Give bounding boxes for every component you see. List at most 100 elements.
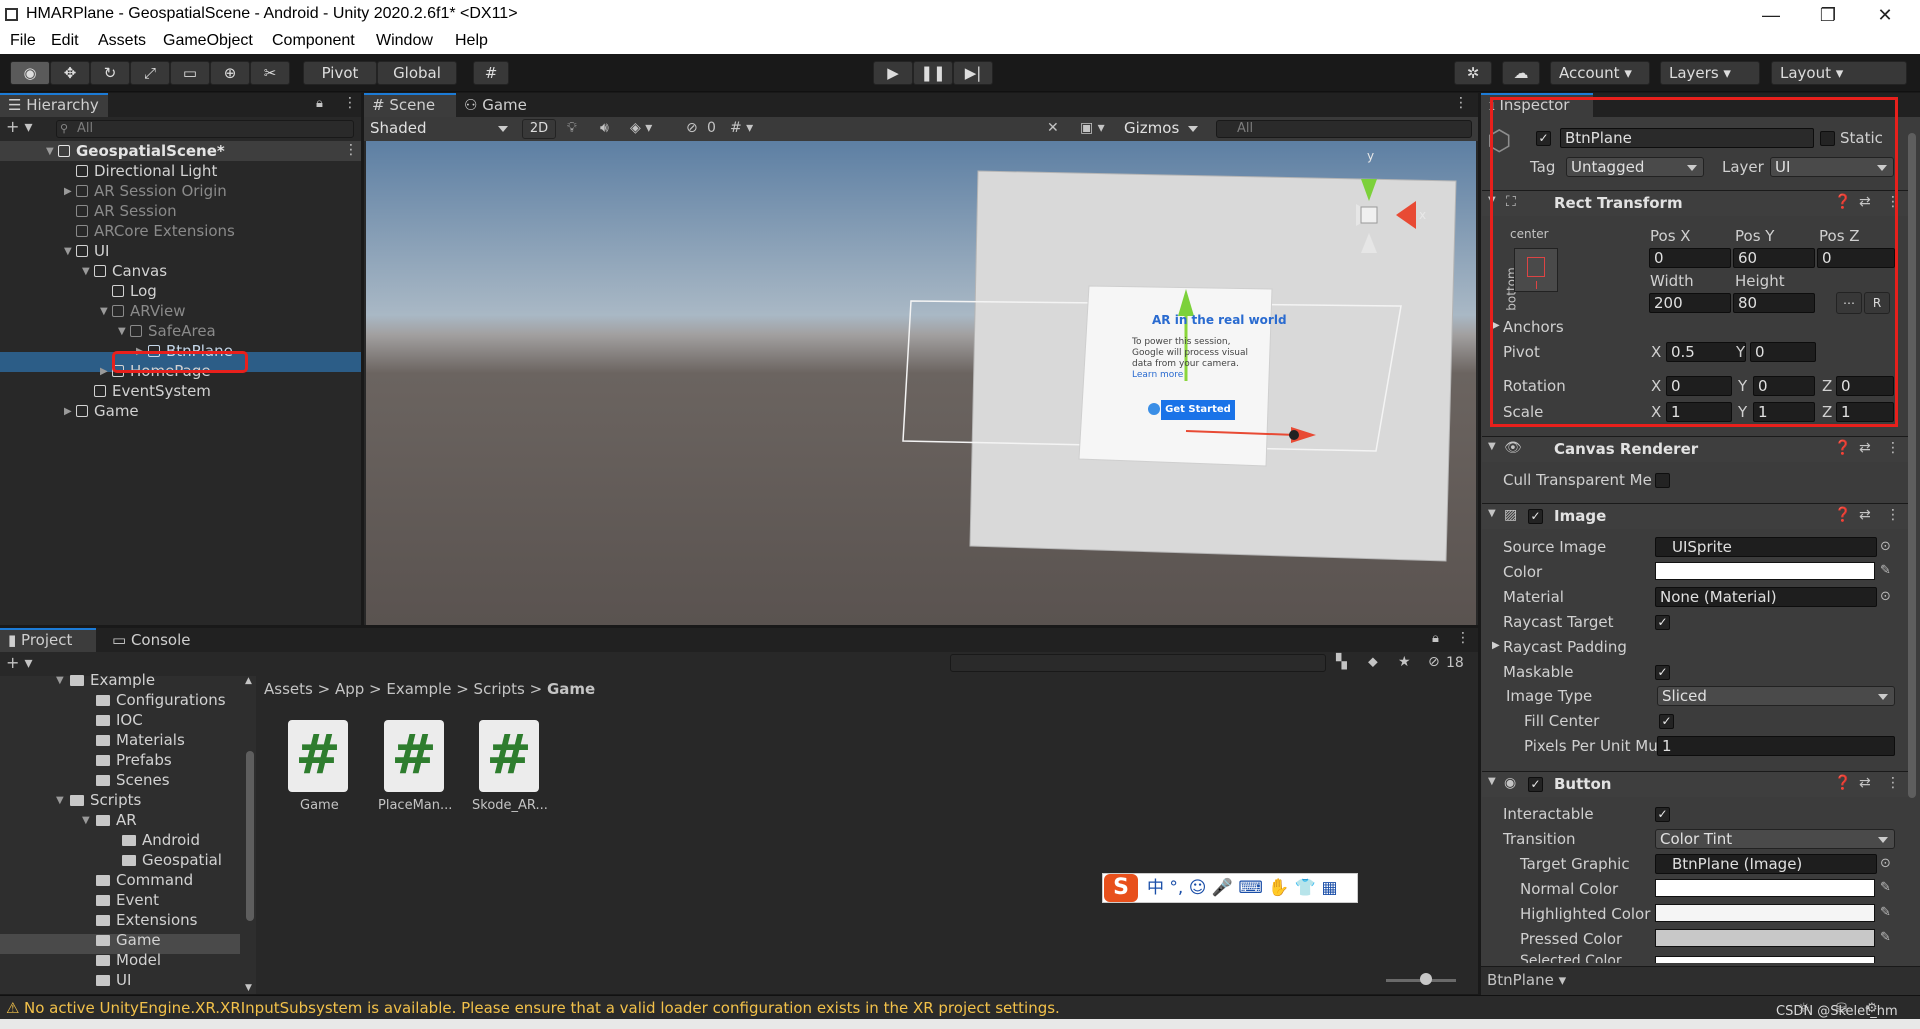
button-header[interactable]: ▼ ◉ ✓ Button ❓ ⇄ ⋮	[1482, 771, 1908, 797]
folder-item[interactable]: Model	[96, 950, 161, 970]
footer-object-name[interactable]: BtnPlane ▾	[1487, 971, 1566, 989]
hierarchy-item[interactable]: AR Session Origin	[76, 181, 227, 201]
folder-item[interactable]: Android	[122, 830, 200, 850]
menu-edit[interactable]: Edit	[51, 32, 79, 50]
play-button[interactable]: ▶	[873, 61, 913, 85]
component-menu-icon[interactable]: ⋮	[1886, 507, 1900, 523]
foldout-arrow-icon[interactable]: ▼	[1488, 441, 1496, 452]
raycast-target-checkbox[interactable]: ✓	[1655, 615, 1670, 630]
folder-item[interactable]: Command	[96, 870, 193, 890]
pressed-color-swatch[interactable]	[1655, 929, 1875, 947]
breadcrumb-example[interactable]: Example	[386, 680, 451, 698]
project-search-input[interactable]	[950, 654, 1326, 672]
hierarchy-search-input[interactable]: All	[56, 120, 354, 138]
grid-snap-icon[interactable]: #	[473, 61, 509, 85]
project-lock-icon[interactable]: 🔒︎	[1432, 631, 1439, 646]
menu-help[interactable]: Help	[455, 32, 488, 50]
breadcrumb-scripts[interactable]: Scripts	[474, 680, 525, 698]
menu-assets[interactable]: Assets	[98, 32, 146, 50]
folder-item[interactable]: Configurations	[96, 690, 226, 710]
foldout-arrow-icon[interactable]: ▼	[118, 326, 126, 337]
tree-scroll-up-icon[interactable]: ▲	[245, 676, 252, 686]
scale-tool-icon[interactable]: ⤢	[130, 61, 170, 85]
hierarchy-item[interactable]: AR Session	[76, 201, 177, 221]
game-tab[interactable]: ⚇ Game	[456, 93, 536, 117]
folder-item[interactable]: Game	[96, 930, 161, 950]
sogou-logo-icon[interactable]: S	[1104, 874, 1138, 902]
eyedropper-icon[interactable]: ✎	[1880, 880, 1891, 895]
search-by-type-icon[interactable]: ▚	[1336, 654, 1347, 670]
file-label-placeman[interactable]: PlaceMan...	[378, 798, 452, 813]
hierarchy-item[interactable]: Log	[112, 281, 157, 301]
breadcrumb-assets[interactable]: Assets	[264, 680, 313, 698]
tree-scrollbar[interactable]	[246, 751, 254, 921]
normal-color-swatch[interactable]	[1655, 879, 1875, 897]
csharp-script-icon[interactable]: #	[288, 720, 348, 792]
hidden-packages-icon[interactable]: ⊘	[1428, 654, 1440, 670]
foldout-arrow-icon[interactable]: ▼	[100, 306, 108, 317]
eyedropper-icon[interactable]: ✎	[1880, 905, 1891, 920]
transition-dropdown[interactable]: Color Tint	[1655, 829, 1895, 849]
presets-icon[interactable]: ⇄	[1859, 507, 1871, 523]
scene-search-input[interactable]: All	[1216, 120, 1472, 138]
cull-transparent-checkbox[interactable]	[1655, 473, 1670, 488]
inspector-scrollbar[interactable]	[1908, 133, 1916, 798]
foldout-arrow-icon[interactable]: ▶	[64, 186, 72, 197]
hidden-objects-icon[interactable]: ⊘	[686, 120, 698, 136]
menu-file[interactable]: File	[10, 32, 36, 50]
menu-window[interactable]: Window	[376, 32, 433, 50]
view-tool-eye-icon[interactable]: ◉	[10, 61, 50, 85]
custom-tool-icon[interactable]: ✂	[250, 61, 290, 85]
component-menu-icon[interactable]: ⋮	[1886, 440, 1900, 456]
color-swatch[interactable]	[1655, 562, 1875, 580]
interactable-checkbox[interactable]: ✓	[1655, 807, 1670, 822]
rotate-tool-icon[interactable]: ↻	[90, 61, 130, 85]
effects-icon[interactable]: ◈ ▾	[630, 120, 652, 136]
account-dropdown[interactable]: Account ▾	[1550, 61, 1650, 85]
folder-item[interactable]: Prefabs	[96, 750, 172, 770]
selected-color-swatch[interactable]	[1655, 956, 1875, 963]
tree-scroll-down-icon[interactable]: ▼	[245, 983, 252, 993]
folder-item[interactable]: Extensions	[96, 910, 197, 930]
presets-icon[interactable]: ⇄	[1859, 775, 1871, 791]
folder-item[interactable]: AR	[96, 810, 137, 830]
foldout-arrow-icon[interactable]: ▼	[56, 795, 64, 806]
status-message[interactable]: No active UnityEngine.XR.XRInputSubsyste…	[24, 999, 1060, 1017]
folder-item[interactable]: Event	[96, 890, 159, 910]
audio-icon[interactable]: 🔊︎	[600, 120, 609, 136]
restore-button[interactable]: ❐	[1803, 2, 1853, 28]
folder-item[interactable]: Geospatial	[122, 850, 222, 870]
folder-item[interactable]: Scripts	[70, 790, 141, 810]
camera-icon[interactable]: ▣ ▾	[1080, 120, 1105, 136]
file-label-game[interactable]: Game	[300, 798, 339, 813]
eyedropper-icon[interactable]: ✎	[1880, 563, 1891, 578]
hierarchy-item[interactable]: Game	[76, 401, 139, 421]
hierarchy-item[interactable]: ARView	[112, 301, 185, 321]
eyedropper-icon[interactable]: ✎	[1880, 930, 1891, 945]
project-add-icon[interactable]: + ▾	[6, 653, 33, 672]
object-picker-icon[interactable]: ⊙	[1880, 856, 1891, 871]
maskable-checkbox[interactable]: ✓	[1655, 665, 1670, 680]
foldout-arrow-icon[interactable]: ▼	[46, 146, 54, 157]
project-more-icon[interactable]: ⋮	[1456, 630, 1470, 646]
favorites-icon[interactable]: ★	[1398, 654, 1411, 670]
hierarchy-item[interactable]: SafeArea	[130, 321, 216, 341]
shading-dropdown[interactable]: Shaded	[366, 119, 514, 139]
raycast-padding-label[interactable]: Raycast Padding	[1503, 638, 1627, 656]
console-tab[interactable]: ▭ Console	[104, 628, 204, 652]
presets-icon[interactable]: ⇄	[1859, 440, 1871, 456]
menu-gameobject[interactable]: GameObject	[163, 32, 253, 50]
scene-more-icon[interactable]: ⋮	[344, 142, 358, 158]
2d-toggle[interactable]: 2D	[522, 119, 556, 139]
foldout-arrow-icon[interactable]: ▶	[64, 406, 72, 417]
hierarchy-item[interactable]: GeospatialScene*	[58, 141, 225, 161]
more-menu-icon[interactable]: ⋮	[343, 95, 357, 111]
image-header[interactable]: ▼ ▨ ✓ Image ❓ ⇄ ⋮	[1482, 503, 1908, 529]
transform-tool-icon[interactable]: ⊕	[210, 61, 250, 85]
menu-component[interactable]: Component	[272, 32, 355, 50]
step-button[interactable]: ▶|	[953, 61, 993, 85]
lighting-icon[interactable]: 💡︎	[567, 120, 577, 136]
foldout-arrow-icon[interactable]: ▶	[1492, 640, 1500, 651]
material-field[interactable]: None (Material)	[1655, 587, 1877, 607]
folder-item[interactable]: UI	[96, 970, 131, 990]
